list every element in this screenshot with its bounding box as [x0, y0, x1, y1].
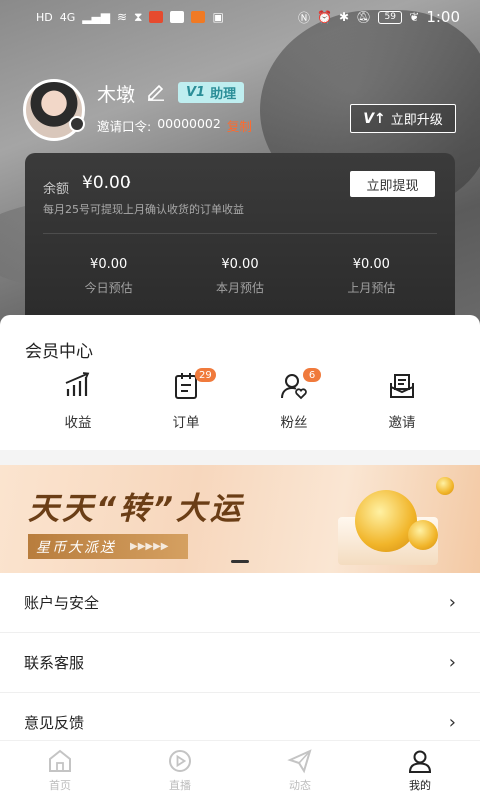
upgrade-label: 立即升级: [390, 113, 443, 128]
balance-label: 余额: [43, 182, 70, 197]
app-notification-icon: [149, 11, 164, 23]
app-notification-icon: [170, 11, 185, 23]
camera-icon: [69, 116, 85, 132]
withdraw-note: 每月25号可提现上月确认收货的订单收益: [43, 203, 244, 216]
banner-subtitle: 星币大派送 ▶▶▶▶▶: [28, 534, 189, 559]
member-item-label: 订单: [172, 415, 200, 431]
invite-label: 邀请口令:: [97, 119, 152, 134]
tab-home[interactable]: 首页: [0, 741, 120, 800]
fans-count-badge: 6: [303, 368, 321, 382]
stat-today[interactable]: ¥0.00 今日预估: [43, 257, 174, 296]
member-item-orders[interactable]: 29 订单: [132, 368, 240, 431]
tab-label: 直播: [169, 779, 191, 792]
hourglass-icon: ⧗: [134, 9, 143, 24]
stat-value: ¥0.00: [90, 257, 128, 272]
bottom-tab-bar: 首页 直播 动态 我的: [0, 740, 480, 800]
carousel-indicator: [231, 560, 249, 563]
balance-amount[interactable]: ¥0.00: [82, 173, 131, 193]
edit-icon[interactable]: [146, 81, 166, 101]
menu-item-account-security[interactable]: 账户与安全 ›: [0, 573, 480, 633]
clock: 1:00: [426, 8, 460, 26]
status-bar: HD 4G ▂▄▆ ≋ ⧗ ▣ Ⓝ ⏰ ✱ 🔕︎ 59 ❦ 1:00: [0, 0, 480, 34]
stat-label: 今日预估: [84, 281, 133, 295]
tab-label: 首页: [49, 779, 71, 792]
banner-subtitle-text: 星币大派送: [36, 539, 116, 556]
nickname: 木墩: [97, 84, 136, 106]
coin-icon: [355, 490, 417, 552]
screenshot-icon: ▣: [212, 10, 224, 24]
arrows-icon: ▶▶▶▶▶: [130, 541, 169, 552]
member-item-earnings[interactable]: 收益: [24, 371, 132, 431]
section-title: 会员中心: [25, 342, 93, 362]
member-center: 会员中心 收益 29 订单 6 粉丝 邀请: [0, 315, 480, 450]
level-tag: V1: [186, 85, 206, 100]
chevron-right-icon: ›: [448, 652, 456, 673]
bluetooth-icon: ✱: [338, 10, 350, 24]
coin-icon: [436, 477, 454, 495]
stat-this-month[interactable]: ¥0.00 本月预估: [174, 257, 305, 296]
chevron-right-icon: ›: [448, 592, 456, 613]
stat-last-month[interactable]: ¥0.00 上月预估: [306, 257, 437, 296]
menu-item-label: 联系客服: [24, 654, 85, 672]
wifi-icon: ≋: [116, 10, 128, 24]
member-item-label: 收益: [64, 415, 92, 431]
menu-item-customer-service[interactable]: 联系客服 ›: [0, 633, 480, 693]
plane-icon: [287, 749, 312, 774]
level-badge: V1 助理: [178, 82, 245, 103]
menu-item-label: 账户与安全: [24, 594, 100, 612]
promo-banner[interactable]: 天天“转”大运 星币大派送 ▶▶▶▶▶: [0, 465, 480, 573]
order-count-badge: 29: [195, 368, 216, 382]
leaf-icon: ❦: [409, 10, 420, 24]
home-icon: [49, 749, 71, 772]
member-item-label: 粉丝: [280, 415, 308, 431]
chevron-right-icon[interactable]: ›: [126, 175, 131, 190]
earnings-stats: ¥0.00 今日预估 ¥0.00 本月预估 ¥0.00 上月预估: [43, 257, 437, 296]
app-notification-icon: [191, 11, 206, 23]
level-name: 助理: [210, 87, 237, 102]
banner-title: 天天“转”大运: [28, 491, 244, 527]
invite-icon: [390, 374, 414, 398]
member-item-label: 邀请: [388, 415, 416, 431]
member-item-invite[interactable]: 邀请: [348, 371, 456, 431]
tab-feed[interactable]: 动态: [240, 741, 360, 800]
network-indicator: 4G: [59, 10, 76, 24]
invite-code-row: 邀请口令: 00000002 复制: [97, 116, 252, 135]
menu-item-label: 意见反馈: [24, 714, 85, 732]
stat-value: ¥0.00: [352, 257, 390, 272]
settings-menu: 账户与安全 › 联系客服 › 意见反馈 ›: [0, 573, 480, 753]
copy-invite-button[interactable]: 复制: [227, 116, 252, 135]
tab-label: 动态: [289, 779, 311, 792]
stat-label: 本月预估: [215, 281, 264, 295]
divider: [43, 233, 437, 234]
avatar[interactable]: [23, 79, 85, 141]
hd-indicator: HD: [36, 10, 53, 24]
vip-icon: V↑: [363, 110, 386, 127]
mute-icon: 🔕︎: [356, 10, 372, 24]
chevron-right-icon: ›: [448, 712, 456, 733]
signal-icon: ▂▄▆: [82, 10, 110, 24]
stat-value: ¥0.00: [221, 257, 259, 272]
tab-live[interactable]: 直播: [120, 741, 240, 800]
balance-card: 余额 ¥0.00 › 立即提现 每月25号可提现上月确认收货的订单收益 ¥0.0…: [25, 153, 455, 315]
withdraw-button[interactable]: 立即提现: [350, 171, 435, 197]
tab-label: 我的: [409, 779, 431, 792]
chart-icon: [65, 372, 90, 396]
member-item-fans[interactable]: 6 粉丝: [240, 368, 348, 431]
alarm-icon: ⏰: [317, 10, 332, 24]
nfc-icon: Ⓝ: [297, 10, 310, 25]
user-icon: [408, 750, 432, 773]
tab-mine[interactable]: 我的: [360, 741, 480, 800]
live-icon: [169, 750, 191, 772]
coin-icon: [408, 520, 438, 550]
battery-icon: 59: [378, 10, 403, 24]
invite-code: 00000002: [157, 116, 221, 131]
upgrade-button[interactable]: V↑ 立即升级: [350, 104, 456, 133]
stat-label: 上月预估: [347, 281, 396, 295]
